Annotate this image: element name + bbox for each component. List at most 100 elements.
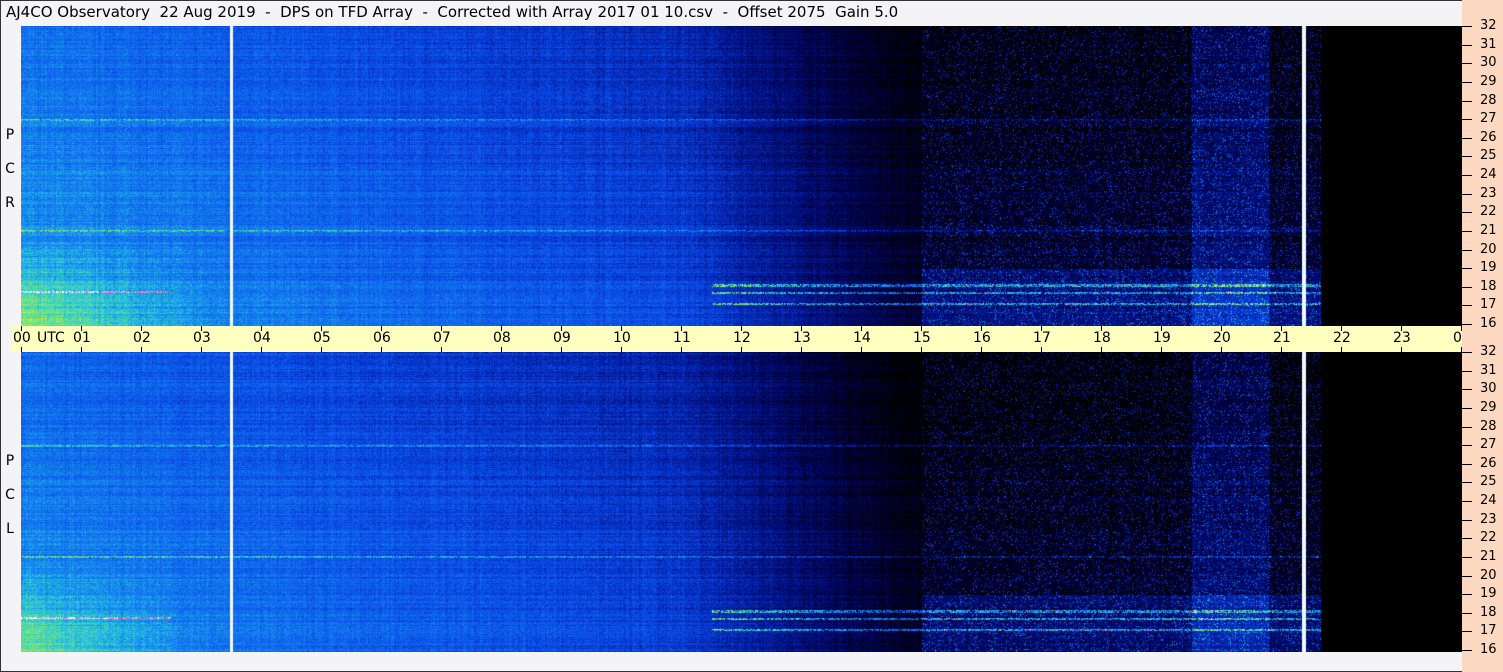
time-tick [861, 347, 862, 352]
freq-tick-label: 22 [1480, 530, 1497, 546]
time-tick-label: 09 [553, 330, 571, 346]
freq-tick-label: 18 [1480, 604, 1497, 620]
time-tick-label: 18 [1093, 330, 1111, 346]
freq-tick [1462, 193, 1472, 195]
time-tick-label: 15 [913, 330, 931, 346]
lcp-spectrogram [21, 352, 1462, 652]
freq-tick [1462, 137, 1472, 139]
freq-tick [1462, 100, 1472, 102]
freq-tick-label: 21 [1480, 548, 1497, 564]
freq-tick [1462, 445, 1472, 447]
freq-tick-label: 24 [1480, 167, 1497, 182]
freq-tick-label: 29 [1480, 399, 1497, 415]
freq-tick-label: 21 [1480, 222, 1497, 238]
rcp-letter-p: P [5, 127, 15, 143]
lcp-label: P C L [3, 444, 17, 546]
freq-tick [1462, 352, 1472, 353]
time-tick [141, 347, 142, 352]
freq-tick-label: 27 [1480, 111, 1497, 127]
freq-tick-label: 22 [1480, 204, 1497, 220]
freq-tick [1462, 324, 1472, 325]
time-tick-label: 12 [733, 330, 751, 346]
time-tick [801, 347, 802, 352]
time-tick [1221, 347, 1222, 352]
freq-tick-label: 23 [1480, 185, 1497, 201]
freq-tick [1462, 212, 1472, 214]
lcp-letter-c: C [5, 487, 15, 503]
freq-tick-label: 29 [1480, 73, 1497, 89]
time-tick-label: 01 [73, 330, 91, 346]
time-tick [81, 347, 82, 352]
time-tick-label: 10 [613, 330, 631, 346]
freq-tick-label: 26 [1480, 455, 1497, 471]
rcp-label: P C R [3, 118, 17, 220]
utc-time-axis: 00 01 02 03 04 05 06 07 08 09 10 11 12 13 14 15 16 17 18 19… [12, 326, 1501, 352]
freq-tick [1462, 286, 1472, 288]
freq-tick-label: 17 [1480, 297, 1497, 313]
time-tick-label: 17 [1033, 330, 1051, 346]
freq-tick [1462, 305, 1472, 307]
freq-tick [1462, 389, 1472, 391]
freq-tick [1462, 575, 1472, 577]
freq-tick-label: 32 [1480, 18, 1497, 33]
time-tick-label: 08 [493, 330, 511, 346]
time-tick [681, 347, 682, 352]
freq-tick [1462, 407, 1472, 409]
time-tick [381, 347, 382, 352]
freq-tick [1462, 268, 1472, 270]
freq-tick [1462, 370, 1472, 372]
freq-tick-label: 16 [1480, 316, 1497, 331]
time-tick [261, 347, 262, 352]
rcp-letter-c: C [5, 161, 15, 177]
freq-tick-label: 19 [1480, 260, 1497, 276]
freq-tick [1462, 230, 1472, 232]
time-tick-label: 20 [1213, 330, 1231, 346]
time-tick-label: 13 [793, 330, 811, 346]
time-tick [201, 347, 202, 352]
time-tick [1341, 347, 1342, 352]
time-tick [501, 347, 502, 352]
time-tick [321, 347, 322, 352]
time-tick-label: 22 [1333, 330, 1351, 346]
freq-tick [1462, 463, 1472, 465]
freq-tick [1462, 650, 1472, 651]
freq-tick [1462, 119, 1472, 121]
time-tick-label: 05 [313, 330, 331, 346]
time-tick-label: 04 [253, 330, 271, 346]
freq-tick [1462, 482, 1472, 484]
utc-label: UTC [37, 330, 65, 346]
freq-tick [1462, 175, 1472, 176]
freq-tick [1462, 81, 1472, 83]
freq-tick [1462, 426, 1472, 428]
freq-tick-label: 20 [1480, 567, 1497, 583]
time-tick [1101, 347, 1102, 352]
time-tick-label: 21 [1273, 330, 1291, 346]
freq-tick [1462, 612, 1472, 614]
lcp-letter-l: L [6, 521, 14, 537]
time-tick [21, 347, 22, 352]
freq-tick-label: 28 [1480, 92, 1497, 108]
time-tick [981, 347, 982, 352]
time-tick-label: 03 [193, 330, 211, 346]
chart-title: AJ4CO Observatory 22 Aug 2019 - DPS on T… [6, 3, 899, 21]
freq-tick-label: 27 [1480, 437, 1497, 453]
freq-tick [1462, 594, 1472, 596]
freq-tick [1462, 556, 1472, 558]
freq-tick [1462, 501, 1472, 502]
freq-tick [1462, 156, 1472, 158]
time-tick [561, 347, 562, 352]
freq-tick-label: 16 [1480, 642, 1497, 657]
time-tick-label: 16 [973, 330, 991, 346]
freq-tick [1462, 63, 1472, 65]
time-tick-label: 06 [373, 330, 391, 346]
time-tick-label: 23 [1393, 330, 1411, 346]
time-tick [1401, 347, 1402, 352]
freq-tick-label: 30 [1480, 55, 1497, 71]
time-tick-label: 07 [433, 330, 451, 346]
freq-tick-label: 25 [1480, 148, 1497, 164]
time-tick [741, 347, 742, 352]
freq-tick-label: 31 [1480, 36, 1497, 52]
freq-tick-label: 18 [1480, 278, 1497, 294]
freq-tick [1462, 44, 1472, 46]
time-tick [441, 347, 442, 352]
